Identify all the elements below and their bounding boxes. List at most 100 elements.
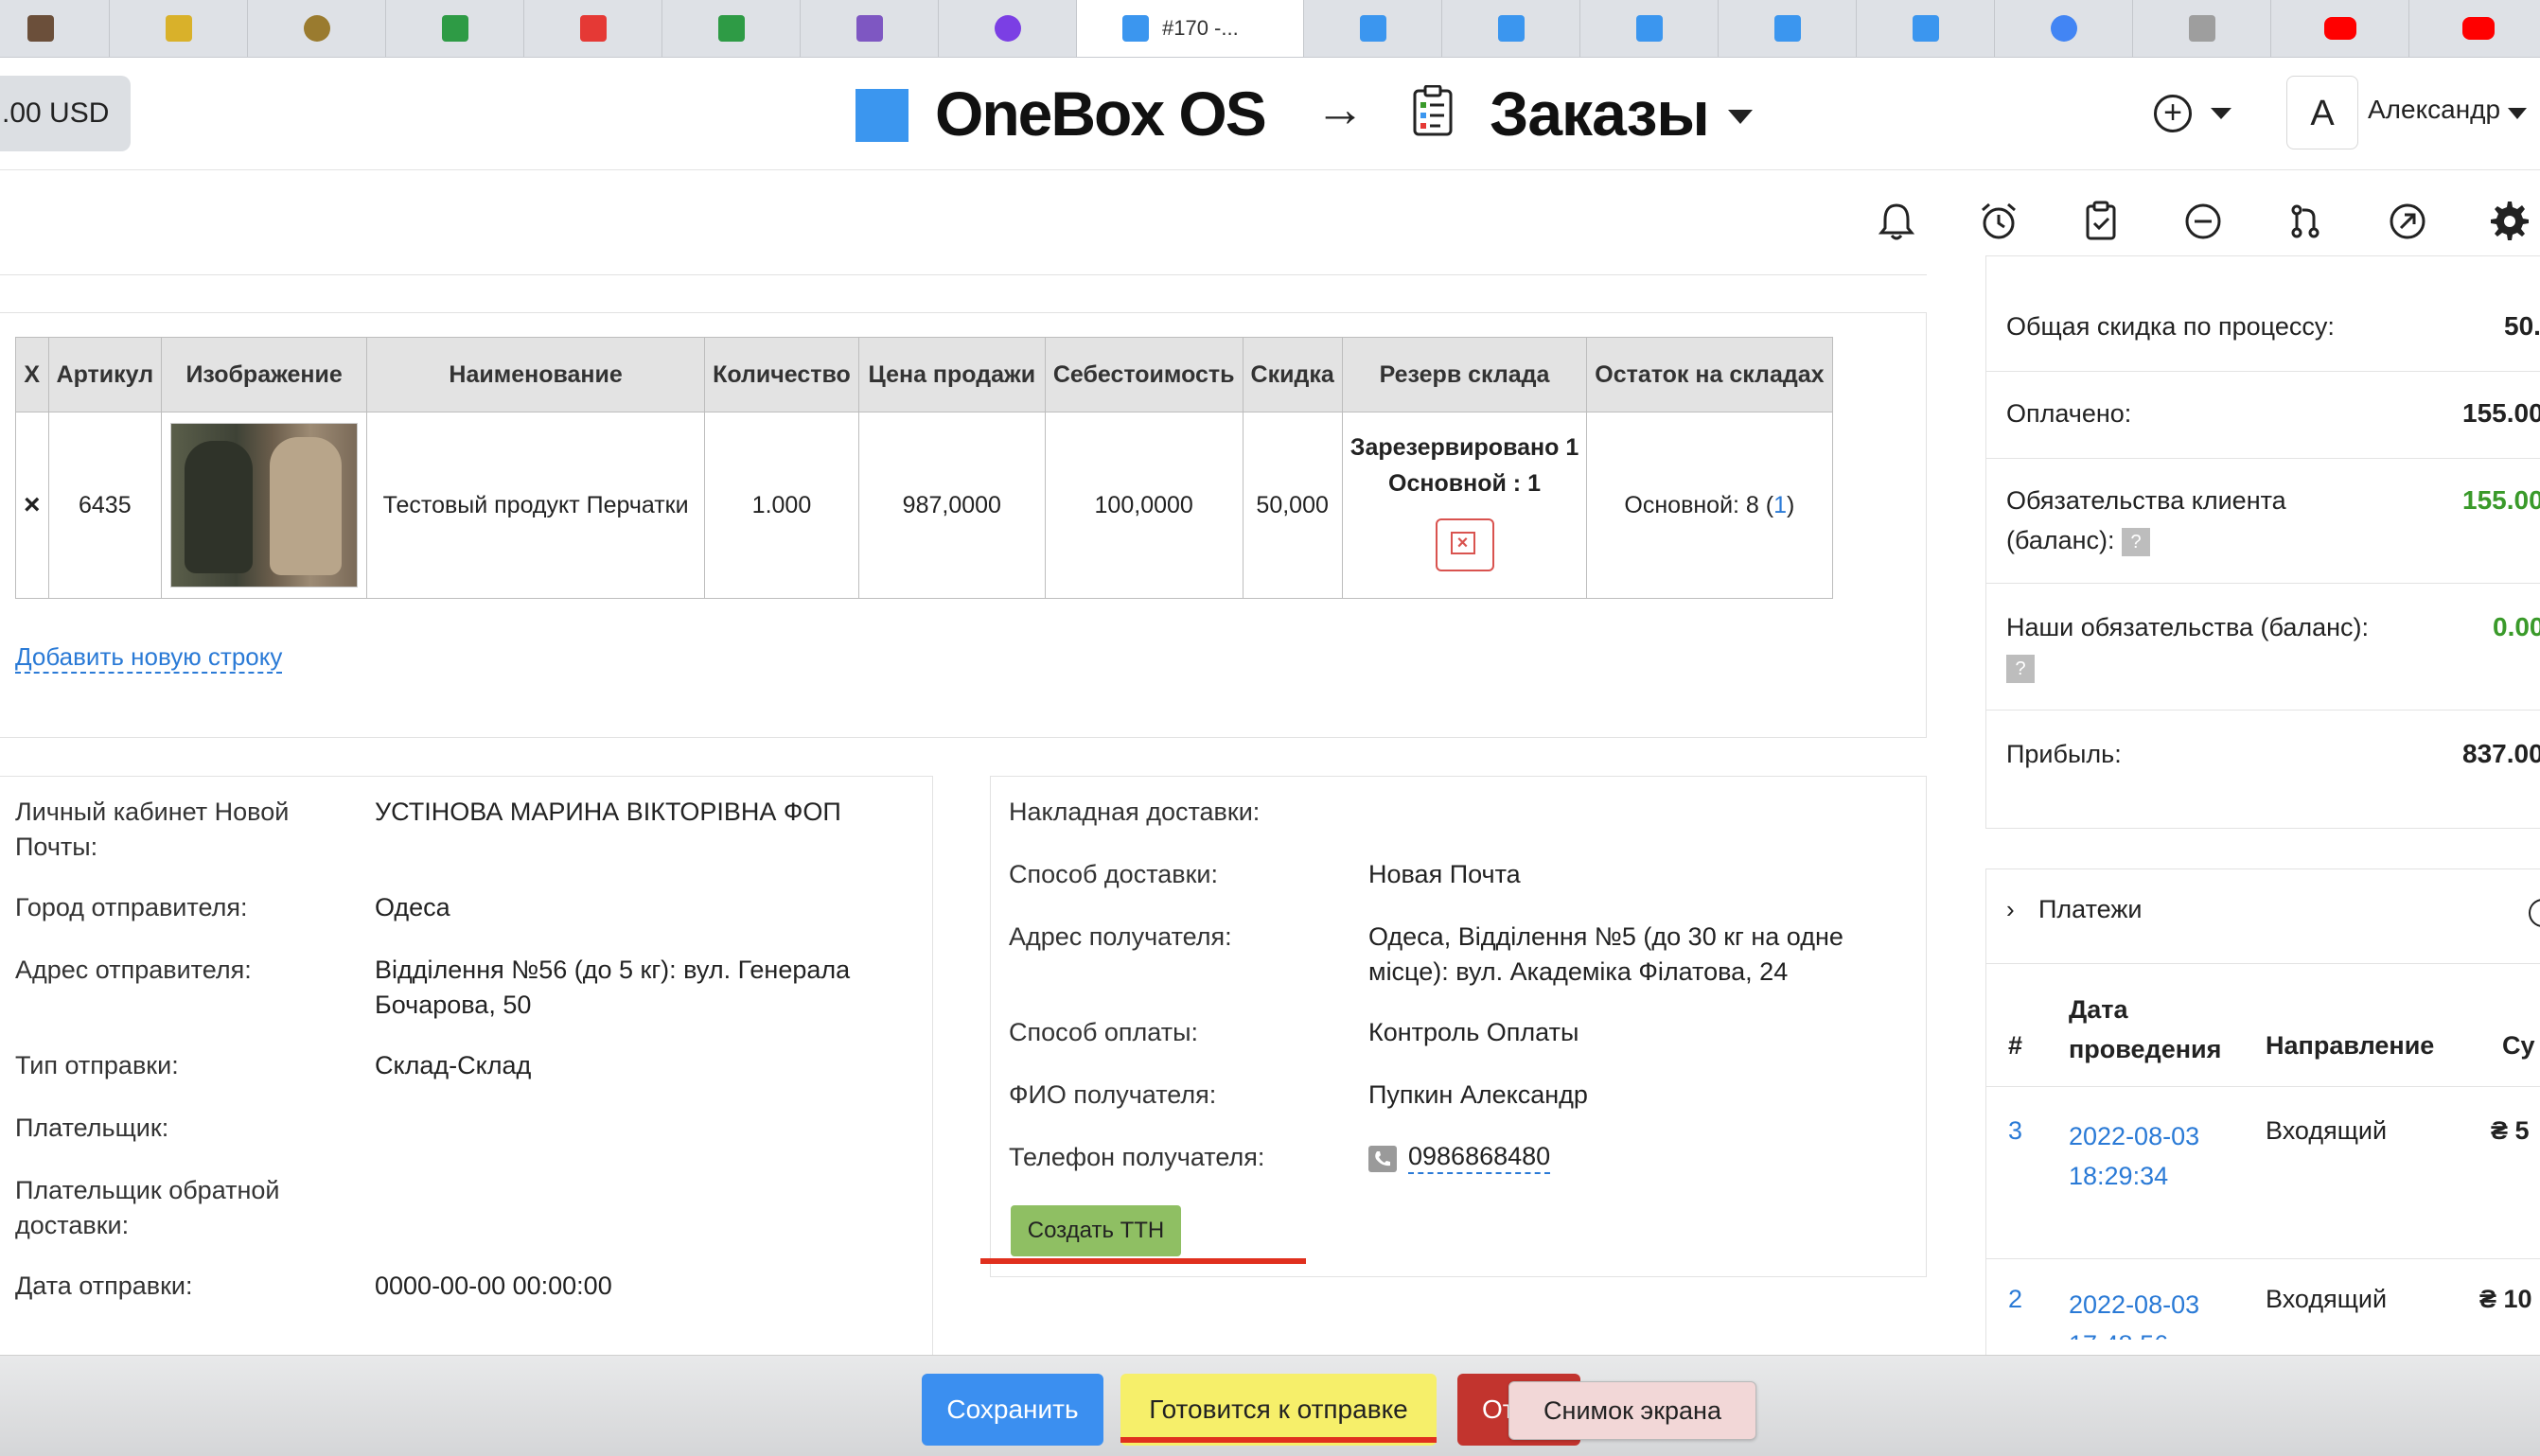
browser-tab[interactable] [386,0,524,57]
balance-badge[interactable]: .00 USD [0,76,131,151]
delivery-label-waybill: Накладная доставки: [1009,798,1261,826]
browser-tab[interactable] [2271,0,2409,57]
browser-tab[interactable]: #170 -... [1077,0,1304,57]
pot-icon [303,15,330,42]
payments-col-id: # [2008,1031,2023,1060]
sender-label-date: Дата отправки: [15,1272,193,1300]
help-icon[interactable]: ? [2122,527,2151,556]
browser-tab[interactable] [662,0,801,57]
browser-tab[interactable] [524,0,662,57]
module-dropdown-caret-icon[interactable] [1728,110,1753,124]
add-dropdown-caret-icon[interactable] [2211,108,2231,119]
stock-close: ) [1787,491,1795,518]
blue-square-icon [1773,15,1801,42]
cancel-reserve-button[interactable]: × [1435,517,1494,571]
brand-title[interactable]: OneBox OS [935,78,1267,149]
user-avatar[interactable]: А [2286,76,2358,149]
merge-icon[interactable] [2284,201,2326,242]
summary-value-discount: 50. [2504,311,2540,341]
col-sku: Артикул [47,337,163,412]
arrow-up-right-circle-icon[interactable] [2387,201,2428,242]
summary-label-paid: Оплачено: [2006,399,2132,428]
summary-label-our-balance: Наши обязательства (баланс):? [2006,607,2423,687]
sender-value-date: 0000-00-00 00:00:00 [375,1272,612,1300]
browser-tab[interactable] [1857,0,1995,57]
delivery-label-recipient: ФИО получателя: [1009,1080,1217,1109]
col-qty: Количество [704,337,859,412]
user-name[interactable]: Александр [2368,95,2500,125]
browser-tab[interactable] [1442,0,1580,57]
browser-tab[interactable] [1580,0,1719,57]
alarm-clock-icon[interactable] [1978,201,2020,242]
summary-label-client-balance: Обязательства клиента (баланс): ? [2006,481,2366,560]
browser-tab[interactable] [110,0,248,57]
payment-id-link[interactable]: 2 [2008,1285,2022,1314]
module-title[interactable]: Заказы [1490,78,1710,149]
status-ready-button[interactable]: Готовится к отправке [1120,1374,1437,1446]
summary-label-discount: Общая скидка по процессу: [2006,312,2335,341]
browser-tab[interactable] [1304,0,1442,57]
product-name-cell[interactable]: Тестовый продукт Перчатки [366,412,706,599]
remove-row-button[interactable]: × [15,412,49,599]
clipboard-check-icon[interactable] [2080,201,2122,242]
previous-panel-edge [0,261,1927,275]
breadcrumb-arrow-icon: → [1315,82,1365,137]
red-move-icon [579,15,607,42]
our-balance-text: Наши обязательства (баланс): [2006,613,2370,641]
add-row-link[interactable]: Добавить новую строку [15,641,283,674]
sender-label-cabinet: Личный кабинет Новой Почты: [15,798,290,861]
products-table: X Артикул Изображение Наименование Колич… [15,337,1833,599]
sender-label-payer: Плательщик: [15,1114,169,1142]
recipient-phone-link[interactable]: 0986868480 [1408,1140,1551,1174]
delivery-value-address: Одеса, Відділення №5 (до 30 кг на одне м… [1368,922,1843,986]
summary-value-client-balance: 155.00 [2462,485,2540,515]
browser-tab[interactable] [939,0,1077,57]
summary-value-profit: 837.00 [2462,739,2540,768]
payments-divider [1985,963,2540,964]
browser-tab[interactable] [0,0,110,57]
product-image-cell [161,412,368,599]
help-icon[interactable]: ? [2006,654,2035,683]
create-ttn-button[interactable]: Создать ТТН [1011,1205,1181,1256]
sender-value-address: Відділення №56 (до 5 кг): вул. Генерала … [375,956,851,1019]
blue-square-icon [1122,15,1149,42]
purple-lock-icon [855,15,883,42]
payment-amount: ₴ 5 [2491,1116,2530,1145]
browser-tab[interactable] [2133,0,2271,57]
stock-link[interactable]: 1 [1773,492,1787,518]
user-menu-caret-icon[interactable] [2508,108,2527,119]
discount-cell[interactable]: 50,000 [1242,412,1343,599]
browser-tab[interactable] [1719,0,1857,57]
payments-title[interactable]: Платежи [2038,895,2143,924]
gear-icon[interactable] [2489,201,2531,242]
browser-tab[interactable] [2409,0,2540,57]
payment-date-link[interactable]: 2022-08-03 17:48:56 [2069,1285,2220,1340]
payments-expand-chevron-icon[interactable]: › [2006,895,2015,924]
col-discount: Скидка [1242,337,1343,412]
payment-id-link[interactable]: 3 [2008,1116,2022,1146]
payment-date-link[interactable]: 2022-08-03 18:29:34 [2069,1116,2220,1196]
browser-tab[interactable] [248,0,386,57]
payments-col-date: Дата проведения [2069,995,2222,1063]
payments-divider [1985,1086,2540,1087]
blue-square-icon [1912,15,1939,42]
browser-tab[interactable] [801,0,939,57]
reserve-line-1: Зарезервировано 1 [1349,433,1579,461]
sender-label-address: Адрес отправителя: [15,956,252,984]
delivery-value-recipient: Пупкин Александр [1368,1080,1588,1109]
minus-circle-icon[interactable] [2182,201,2224,242]
add-new-button[interactable]: + [2154,95,2192,132]
col-reserve: Резерв склада [1341,337,1588,412]
product-image[interactable] [170,423,359,588]
qty-cell[interactable]: 1.000 [704,412,859,599]
table-row: × 6435 Тестовый продукт Перчатки 1.000 9… [15,412,1833,599]
save-button[interactable]: Сохранить [922,1374,1103,1446]
summary-divider [1985,583,2540,584]
blue-square-icon [1635,15,1663,42]
price-cell[interactable]: 987,0000 [857,412,1046,599]
coins-icon [2188,15,2215,42]
bell-icon[interactable] [1876,201,1917,242]
cost-cell[interactable]: 100,0000 [1044,412,1244,599]
browser-tab[interactable] [1995,0,2133,57]
summary-value-our-balance: 0.00 [2493,612,2540,641]
